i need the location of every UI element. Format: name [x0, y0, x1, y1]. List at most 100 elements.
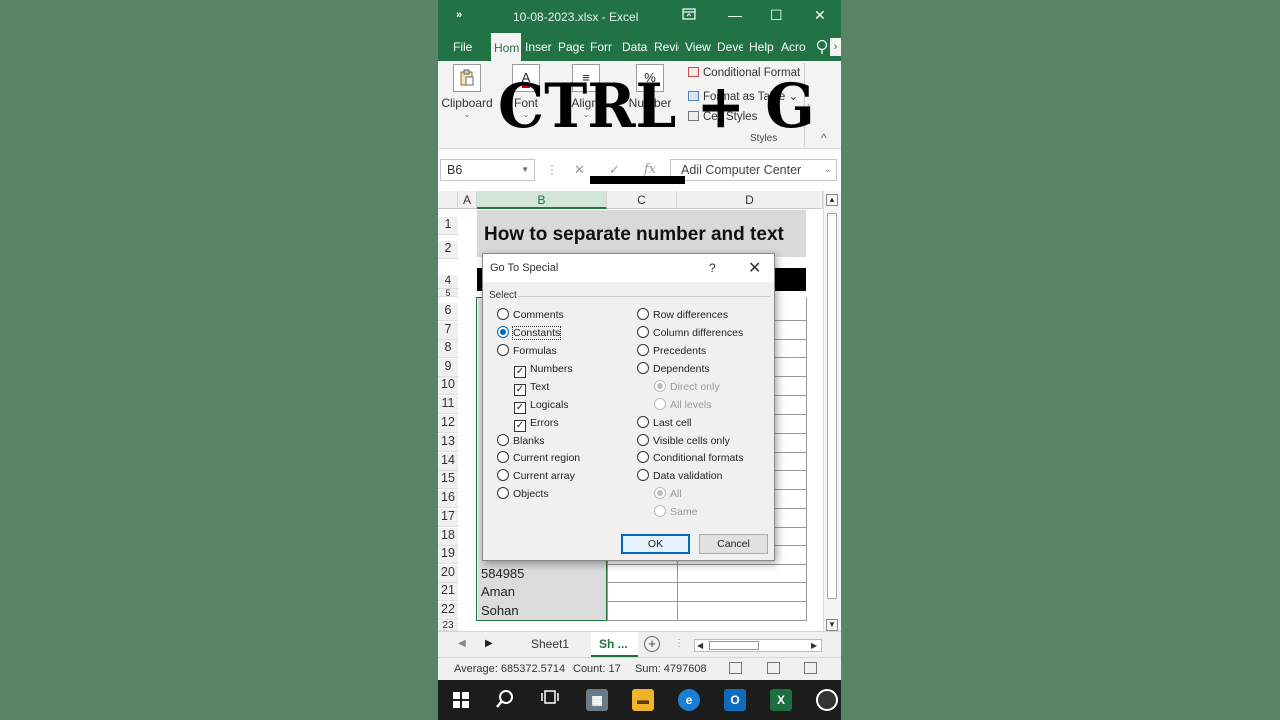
option-validation-same[interactable]: Same: [654, 505, 697, 519]
cancel-entry-icon[interactable]: ✕: [574, 162, 585, 178]
option-direct-only[interactable]: Direct only: [654, 380, 720, 394]
cancel-button[interactable]: Cancel: [699, 534, 768, 554]
option-blanks[interactable]: Blanks: [497, 434, 545, 448]
collapse-ribbon-icon[interactable]: ^: [821, 131, 827, 145]
tab-formulas[interactable]: Forr: [590, 33, 614, 61]
normal-view-icon[interactable]: [729, 662, 742, 674]
column-header-d[interactable]: D: [677, 191, 823, 209]
row-header[interactable]: 20: [438, 565, 458, 583]
row-header[interactable]: 22: [438, 602, 458, 620]
obs-icon[interactable]: [816, 689, 838, 711]
row-header[interactable]: 8: [438, 340, 458, 358]
tab-acrobat[interactable]: Acro: [781, 33, 809, 61]
row-header[interactable]: 11: [438, 396, 458, 414]
ok-button[interactable]: OK: [621, 534, 690, 554]
tab-view[interactable]: View: [685, 33, 712, 61]
name-box[interactable]: B6 ▼: [440, 159, 535, 181]
tabs-scroll-right-icon[interactable]: ›: [830, 38, 841, 56]
option-precedents[interactable]: Precedents: [637, 344, 706, 358]
ribbon-display-icon[interactable]: [682, 7, 696, 23]
dialog-close-button[interactable]: ✕: [748, 258, 761, 278]
page-break-view-icon[interactable]: [804, 662, 817, 674]
option-objects[interactable]: Objects: [497, 487, 549, 501]
file-explorer-icon[interactable]: ▬: [632, 689, 654, 711]
task-view-icon[interactable]: [539, 689, 561, 711]
tab-data[interactable]: Data: [622, 33, 648, 61]
formula-input[interactable]: Adil Computer Center ⌄: [670, 159, 837, 181]
insert-function-icon[interactable]: fx: [644, 162, 656, 177]
column-header-a[interactable]: A: [458, 191, 477, 209]
page-layout-view-icon[interactable]: [767, 662, 780, 674]
help-button[interactable]: ?: [709, 261, 716, 275]
option-conditional-formats[interactable]: Conditional formats: [637, 451, 743, 465]
scroll-thumb[interactable]: [709, 641, 759, 650]
row-header[interactable]: 12: [438, 415, 458, 433]
option-all-levels[interactable]: All levels: [654, 398, 711, 412]
tab-file[interactable]: File: [453, 33, 479, 61]
checkbox-errors[interactable]: ✓ Errors: [514, 416, 559, 432]
option-column-differences[interactable]: Column differences: [637, 326, 743, 340]
checkbox-text[interactable]: ✓ Text: [514, 380, 549, 396]
scroll-right-icon[interactable]: ▶: [811, 640, 817, 651]
row-header[interactable]: 17: [438, 509, 458, 527]
option-dependents[interactable]: Dependents: [637, 362, 710, 376]
outlook-icon[interactable]: O: [724, 689, 746, 711]
option-constants[interactable]: Constants: [497, 326, 562, 340]
column-header-c[interactable]: C: [607, 191, 677, 209]
edge-icon[interactable]: e: [678, 689, 700, 711]
option-row-differences[interactable]: Row differences: [637, 308, 728, 322]
horizontal-scrollbar[interactable]: ◀ ▶: [694, 639, 822, 652]
prev-sheet-icon[interactable]: ◀: [458, 638, 466, 649]
row-header[interactable]: 7: [438, 322, 458, 340]
option-formulas[interactable]: Formulas: [497, 344, 557, 358]
scroll-down-icon[interactable]: ▼: [826, 619, 838, 631]
option-data-validation[interactable]: Data validation: [637, 469, 722, 483]
select-all-corner[interactable]: [438, 191, 458, 209]
tab-developer[interactable]: Deve: [717, 33, 743, 61]
checkbox-logicals[interactable]: ✓ Logicals: [514, 398, 569, 414]
row-header[interactable]: 15: [438, 471, 458, 489]
add-sheet-button[interactable]: +: [644, 636, 660, 652]
next-sheet-icon[interactable]: ▶: [485, 638, 493, 649]
option-current-array[interactable]: Current array: [497, 469, 575, 483]
option-last-cell[interactable]: Last cell: [637, 416, 692, 430]
row-header[interactable]: 2: [438, 241, 458, 259]
scroll-left-icon[interactable]: ◀: [697, 640, 703, 651]
close-button[interactable]: ✕: [814, 7, 826, 23]
vertical-scrollbar[interactable]: ▲ ▼: [823, 191, 841, 631]
row-header[interactable]: 18: [438, 528, 458, 546]
row-header[interactable]: 23: [438, 621, 458, 631]
row-header[interactable]: 9: [438, 359, 458, 377]
row-header[interactable]: 10: [438, 377, 458, 395]
minimize-button[interactable]: —: [728, 7, 742, 23]
row-header[interactable]: 5: [438, 289, 458, 297]
calculator-icon[interactable]: ▦: [586, 689, 608, 711]
option-current-region[interactable]: Current region: [497, 451, 580, 465]
option-comments[interactable]: Comments: [497, 308, 564, 322]
row-header[interactable]: 21: [438, 583, 458, 601]
excel-icon[interactable]: X: [770, 689, 792, 711]
option-visible-cells-only[interactable]: Visible cells only: [637, 434, 730, 448]
row-header[interactable]: 6: [438, 303, 458, 321]
row-header[interactable]: 13: [438, 434, 458, 452]
row-header[interactable]: 14: [438, 453, 458, 471]
clipboard-group[interactable]: Clipboard ⌄: [440, 61, 494, 120]
splitter-icon[interactable]: ⋮: [674, 638, 684, 649]
column-header-b[interactable]: B: [477, 191, 607, 209]
lightbulb-icon[interactable]: [816, 33, 828, 61]
row-header[interactable]: 16: [438, 490, 458, 508]
sheet-tab-sheet1[interactable]: Sheet1: [531, 637, 569, 651]
tab-insert[interactable]: Inser: [525, 33, 553, 61]
scroll-thumb[interactable]: [827, 213, 837, 599]
title-cell[interactable]: How to separate number and text: [477, 210, 806, 257]
maximize-button[interactable]: ☐: [770, 7, 783, 23]
expand-formula-icon[interactable]: ⌄: [824, 160, 831, 180]
row-header[interactable]: 19: [438, 546, 458, 564]
row-header[interactable]: 4: [438, 275, 458, 289]
splitter-icon[interactable]: ⋮: [546, 163, 558, 177]
quick-access-toolbar-icon[interactable]: »: [456, 9, 462, 21]
tab-home[interactable]: Hom: [491, 33, 521, 61]
tab-review[interactable]: Revie: [654, 33, 679, 61]
windows-start-icon[interactable]: [450, 689, 472, 711]
option-validation-all[interactable]: All: [654, 487, 682, 501]
